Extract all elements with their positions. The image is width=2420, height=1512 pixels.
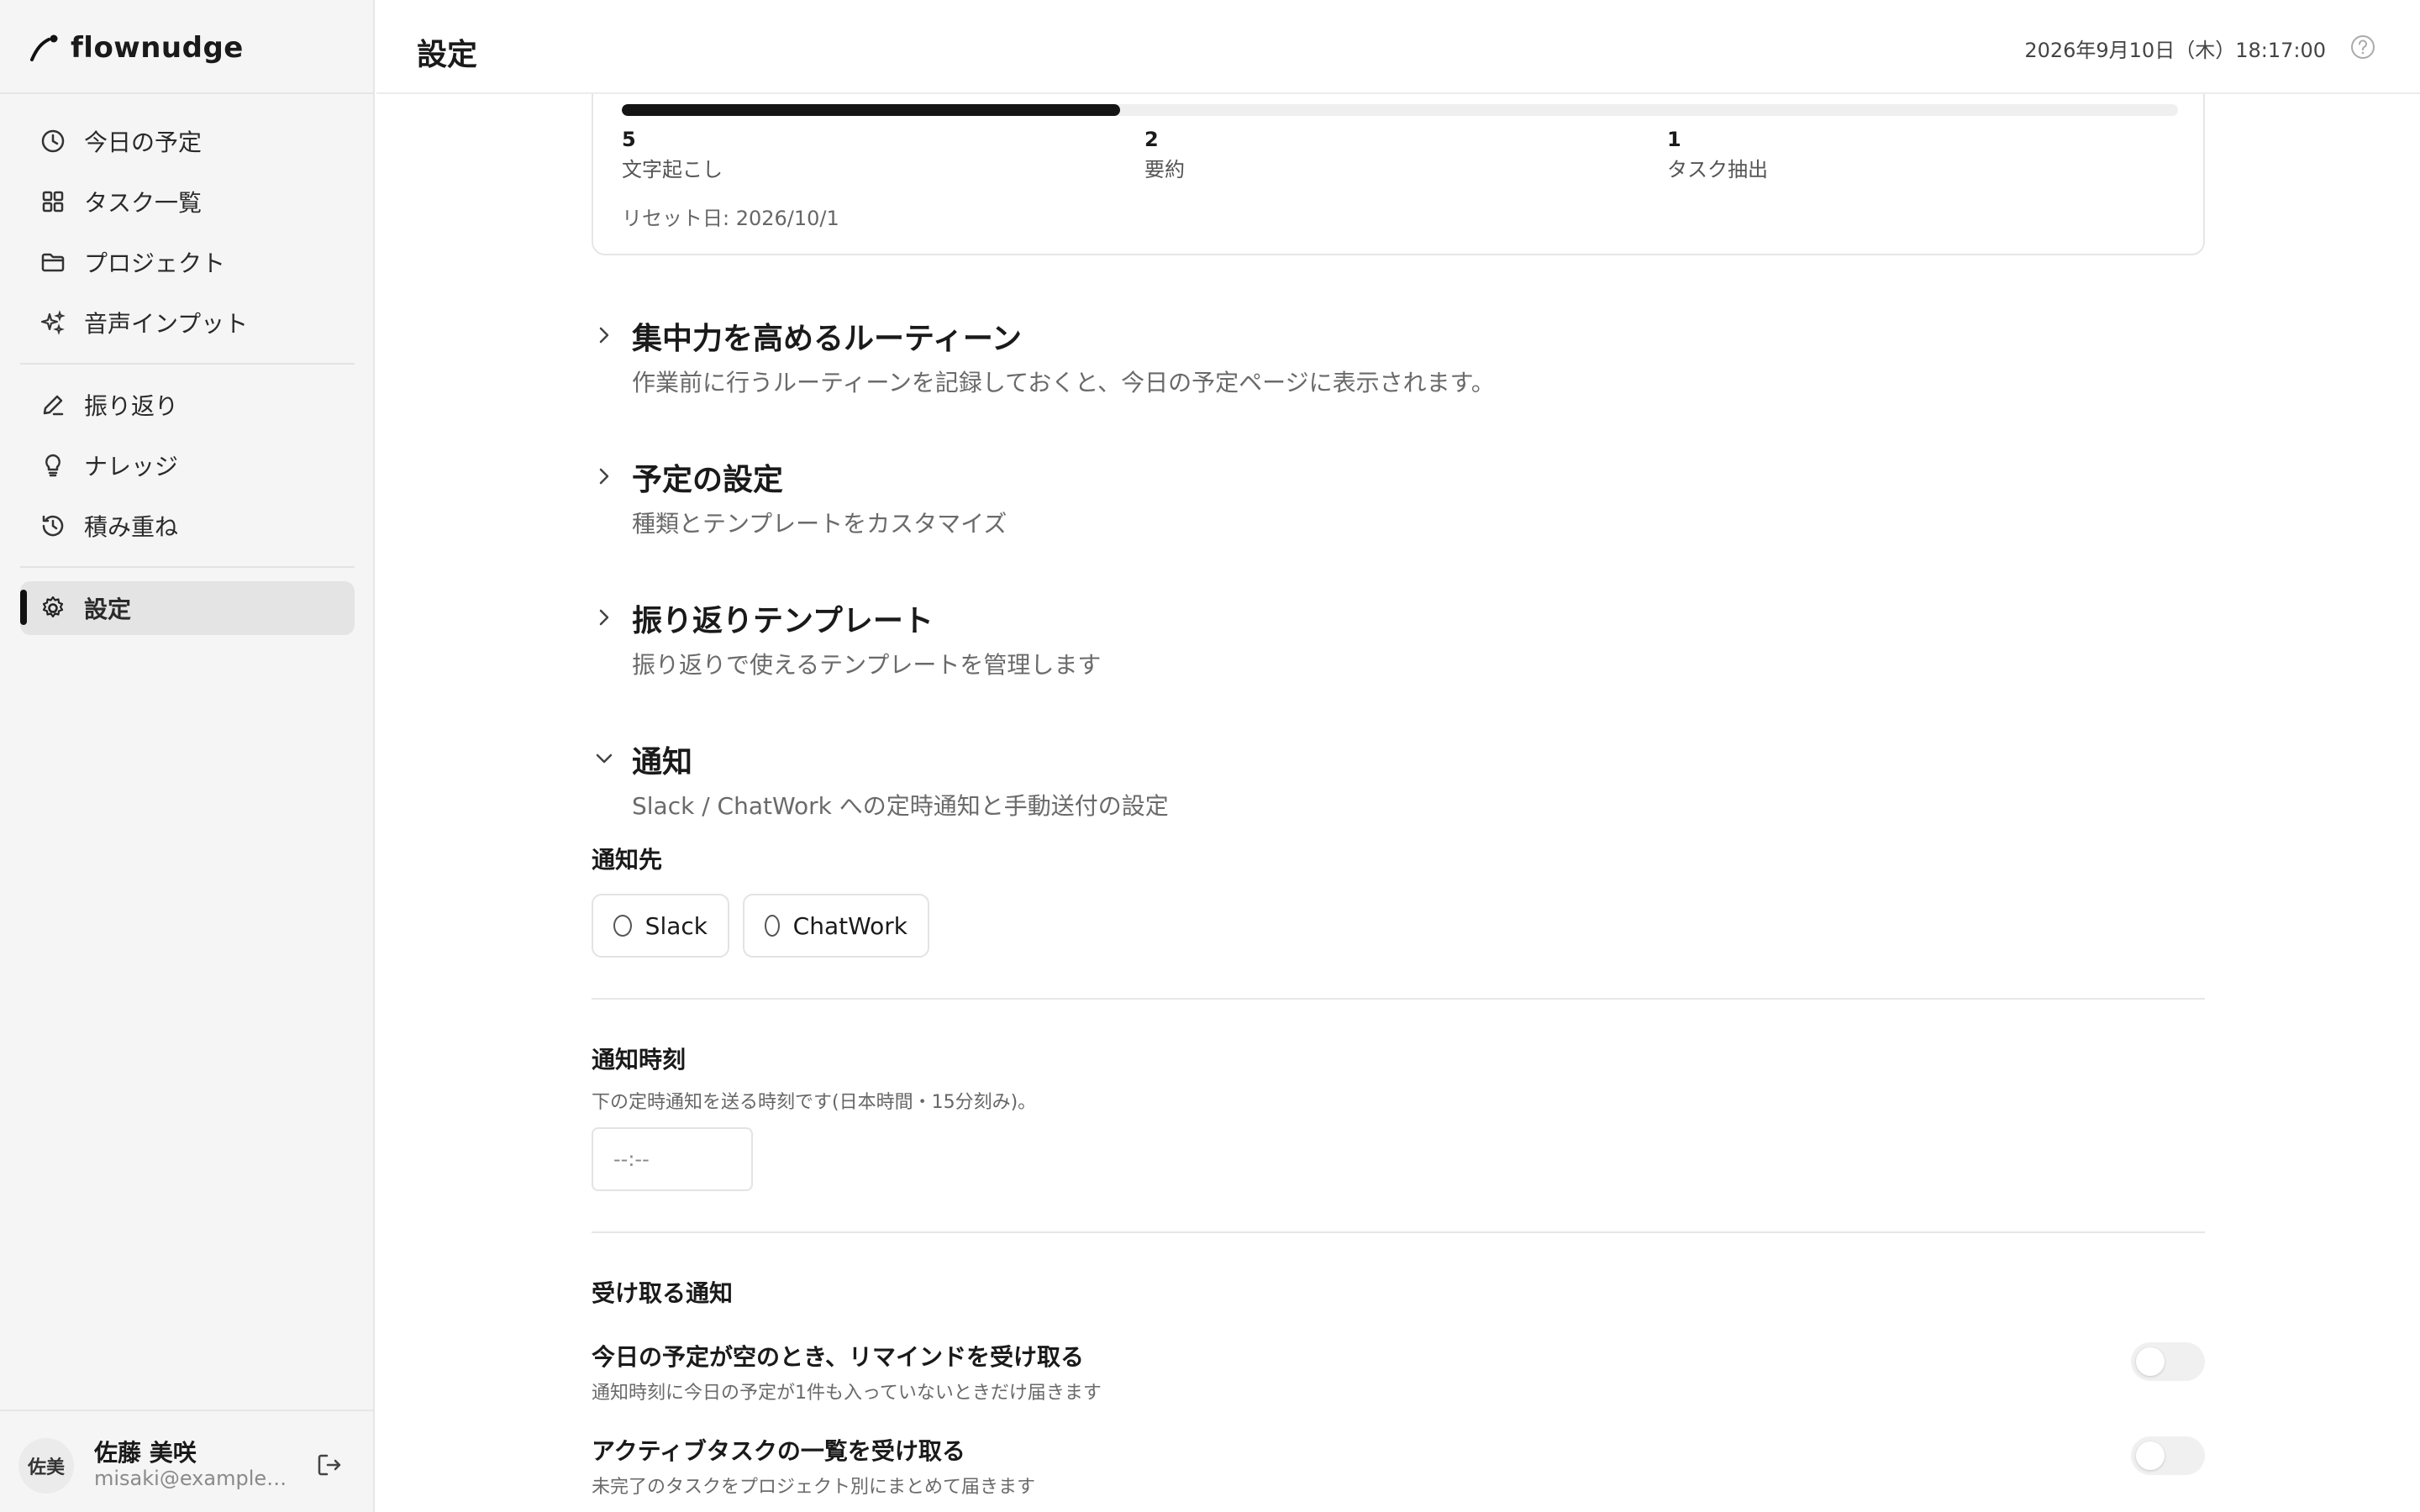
divider bbox=[592, 998, 2205, 1000]
user-name: 佐藤 美咲 bbox=[94, 1439, 197, 1467]
toggle-title: アクティブタスクの一覧を受け取る bbox=[592, 1437, 965, 1465]
header: 設定 2026年9月10日（木）18:17:00 bbox=[376, 0, 2420, 94]
section-title: 通知 bbox=[632, 745, 693, 780]
radio-icon bbox=[765, 915, 780, 937]
radio-label: Slack bbox=[644, 911, 708, 940]
history-icon bbox=[39, 512, 67, 540]
active-indicator bbox=[20, 590, 27, 625]
sidebar-item-accumulate[interactable]: 積み重ね bbox=[20, 499, 355, 553]
toggle-desc: 未完了のタスクをプロジェクト別にまとめて届きます bbox=[592, 1477, 1036, 1498]
radio-icon bbox=[613, 915, 632, 937]
notify-time-label: 通知時刻 bbox=[592, 1046, 687, 1074]
gear-icon bbox=[39, 594, 67, 622]
toggle-knob bbox=[2136, 1441, 2165, 1470]
usage-progress-bar bbox=[622, 104, 2178, 116]
brand[interactable]: flownudge bbox=[29, 29, 244, 67]
sidebar-item-knowledge[interactable]: ナレッジ bbox=[20, 438, 355, 492]
avatar[interactable]: 佐美 bbox=[18, 1438, 74, 1494]
sidebar-item-projects[interactable]: プロジェクト bbox=[20, 235, 355, 289]
folder-icon bbox=[39, 248, 67, 276]
section-title: 振り返りテンプレート bbox=[632, 604, 934, 638]
sparkles-icon bbox=[39, 308, 67, 337]
chevron-right-icon[interactable] bbox=[592, 323, 617, 348]
user-panel: 佐美 佐藤 美咲 misaki@example.… bbox=[0, 1410, 375, 1512]
usage-stat: 1 タスク抽出 bbox=[1667, 128, 1768, 182]
notify-dest-chatwork[interactable]: ChatWork bbox=[743, 894, 929, 958]
toggle-row-active-tasks: アクティブタスクの一覧を受け取る 未完了のタスクをプロジェクト別にまとめて届きま… bbox=[592, 1433, 2205, 1500]
app-root: flownudge 今日の予定 タスク一覧 プロジェクト 音声インプット 振り返… bbox=[0, 0, 2420, 1512]
sidebar-item-today[interactable]: 今日の予定 bbox=[20, 114, 355, 168]
section-notify[interactable]: 通知 Slack / ChatWork への定時通知と手動送付の設定 bbox=[592, 738, 2205, 838]
sidebar-item-label: 積み重ね bbox=[84, 513, 179, 541]
page-title: 設定 bbox=[417, 38, 478, 72]
divider bbox=[592, 1231, 2205, 1233]
usage-stat-label: 要約 bbox=[1144, 158, 1185, 181]
chevron-down-icon[interactable] bbox=[592, 746, 617, 771]
nav-separator bbox=[20, 566, 355, 568]
chevron-right-icon[interactable] bbox=[592, 605, 617, 630]
brand-name: flownudge bbox=[71, 31, 244, 65]
grid-icon bbox=[39, 187, 67, 216]
notify-dest-slack[interactable]: Slack bbox=[592, 894, 729, 958]
sidebar-item-settings[interactable]: 設定 bbox=[20, 581, 355, 635]
help-icon[interactable] bbox=[2349, 34, 2376, 60]
sidebar-item-label: プロジェクト bbox=[84, 249, 226, 277]
section-desc: 種類とテンプレートをカスタマイズ bbox=[632, 510, 1007, 538]
usage-stat-value: 1 bbox=[1667, 128, 1681, 151]
section-routine[interactable]: 集中力を高めるルーティーン 作業前に行うルーティーンを記録しておくと、今日の予定… bbox=[592, 314, 2205, 415]
usage-card: 5 文字起こし 2 要約 1 タスク抽出 リセット日: 2026/10/1 bbox=[592, 94, 2205, 255]
sidebar-item-label: 今日の予定 bbox=[84, 129, 203, 156]
section-desc: Slack / ChatWork への定時通知と手動送付の設定 bbox=[632, 792, 1169, 820]
section-schedule[interactable]: 予定の設定 種類とテンプレートをカスタマイズ bbox=[592, 455, 2205, 556]
user-email: misaki@example.… bbox=[94, 1467, 287, 1490]
usage-stat-value: 5 bbox=[622, 128, 636, 151]
lightbulb-icon bbox=[39, 451, 67, 480]
sidebar-item-label: ナレッジ bbox=[84, 453, 179, 480]
sidebar-item-label: 音声インプット bbox=[84, 310, 249, 338]
section-desc: 振り返りで使えるテンプレートを管理します bbox=[632, 651, 1102, 679]
usage-stat: 5 文字起こし bbox=[622, 128, 723, 182]
notify-time-desc: 下の定時通知を送る時刻です(日本時間・15分刻み)。 bbox=[592, 1092, 1037, 1113]
toggle-switch[interactable] bbox=[2131, 1342, 2205, 1381]
sidebar: flownudge 今日の予定 タスク一覧 プロジェクト 音声インプット 振り返… bbox=[0, 0, 375, 1512]
logo-icon bbox=[30, 34, 58, 61]
section-desc: 作業前に行うルーティーンを記録しておくと、今日の予定ページに表示されます。 bbox=[632, 369, 1495, 396]
sidebar-item-label: 振り返り bbox=[84, 392, 179, 420]
sidebar-item-voice-input[interactable]: 音声インプット bbox=[20, 296, 355, 349]
pencil-icon bbox=[39, 391, 67, 419]
sidebar-item-label: 設定 bbox=[84, 596, 132, 623]
nav-separator bbox=[20, 363, 355, 365]
datetime: 2026年9月10日（木）18:17:00 bbox=[2024, 39, 2326, 62]
chevron-right-icon[interactable] bbox=[592, 464, 617, 489]
usage-stat-label: 文字起こし bbox=[622, 158, 723, 181]
usage-stat-label: タスク抽出 bbox=[1667, 158, 1768, 181]
section-title: 予定の設定 bbox=[632, 463, 784, 497]
toggle-desc: 通知時刻に今日の予定が1件も入っていないときだけ届きます bbox=[592, 1383, 1102, 1404]
notify-dest-label: 通知先 bbox=[592, 846, 663, 874]
usage-progress-fill bbox=[622, 104, 1120, 116]
radio-label: ChatWork bbox=[792, 911, 908, 940]
main-content: 5 文字起こし 2 要約 1 タスク抽出 リセット日: 2026/10/1 集中… bbox=[376, 94, 2420, 1512]
section-title: 集中力を高めるルーティーン bbox=[632, 322, 1023, 356]
toggle-knob bbox=[2136, 1347, 2165, 1376]
sidebar-item-tasks[interactable]: タスク一覧 bbox=[20, 175, 355, 228]
receive-label: 受け取る通知 bbox=[592, 1279, 734, 1307]
usage-stat: 2 要約 bbox=[1144, 128, 1185, 182]
notify-time-input[interactable]: --:-- bbox=[592, 1127, 753, 1191]
sidebar-item-reflection[interactable]: 振り返り bbox=[20, 378, 355, 432]
logout-icon[interactable] bbox=[314, 1450, 345, 1480]
usage-stat-value: 2 bbox=[1144, 128, 1159, 151]
toggle-switch[interactable] bbox=[2131, 1436, 2205, 1475]
clock-icon bbox=[39, 127, 67, 155]
toggle-row-empty-reminder: 今日の予定が空のとき、リマインドを受け取る 通知時刻に今日の予定が1件も入ってい… bbox=[592, 1339, 2205, 1406]
sidebar-divider bbox=[0, 92, 375, 94]
toggle-title: 今日の予定が空のとき、リマインドを受け取る bbox=[592, 1343, 1085, 1371]
reset-date: リセット日: 2026/10/1 bbox=[622, 207, 839, 230]
section-reflection-template[interactable]: 振り返りテンプレート 振り返りで使えるテンプレートを管理します bbox=[592, 596, 2205, 697]
sidebar-item-label: タスク一覧 bbox=[84, 189, 203, 217]
